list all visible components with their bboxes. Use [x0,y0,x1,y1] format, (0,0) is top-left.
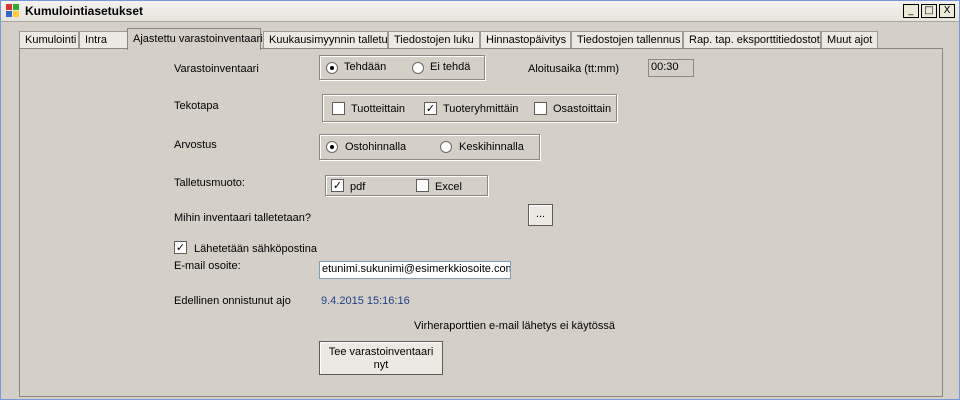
email-checkbox-label: Lähetetään sähköpostina [194,243,317,255]
osastoittain-label: Osastoittain [553,103,612,115]
ostohinnalla-label: Ostohinnalla [345,141,407,153]
tuotteittain-checkbox[interactable] [332,102,345,115]
varasto-group: Tehdään Ei tehdä [319,55,485,80]
run-inventory-button-line2: nyt [373,359,389,371]
email-input[interactable]: etunimi.sukunimi@esimerkkiosoite.com [319,261,511,279]
keskihinnalla-radio[interactable] [440,141,452,153]
tuotteittain-label: Tuotteittain [351,103,406,115]
email-checkbox[interactable]: ✓ [174,241,187,254]
run-inventory-button-line1: Tee varastoinventaari [328,346,434,358]
varasto-no-label: Ei tehdä [430,61,471,73]
tab-intra[interactable]: Intra [79,31,129,49]
last-run-label: Edellinen onnistunut ajo [174,295,291,307]
last-run-value: 9.4.2015 15:16:16 [321,295,410,307]
app-icon [6,4,20,18]
arvostus-group: Ostohinnalla Keskihinnalla [319,134,540,160]
tekotapa-group: Tuotteittain ✓ Tuoteryhmittäin Osastoitt… [322,94,617,122]
tab-muut-ajot[interactable]: Muut ajot [821,31,878,49]
email-label: E-mail osoite: [174,260,241,272]
tekotapa-label: Tekotapa [174,100,219,112]
settings-window: Kumulointiasetukset _ □ X Kumulointi Int… [0,0,960,400]
save-path-label: Mihin inventaari talletetaan? [174,212,311,224]
tab-kuukausimyynnin-talletus[interactable]: Kuukausimyynnin talletus [263,31,393,49]
tab-tiedostojen-luku[interactable]: Tiedostojen luku [388,31,480,49]
keskihinnalla-label: Keskihinnalla [459,141,524,153]
talletusmuoto-label: Talletusmuoto: [174,177,245,189]
start-time-field[interactable]: 00:30 [648,59,694,77]
title-bar: Kumulointiasetukset _ □ X [1,1,959,22]
excel-checkbox[interactable] [416,179,429,192]
varasto-label: Varastoinventaari [174,63,259,75]
varasto-yes-label: Tehdään [344,61,387,73]
tab-tiedostojen-tallennus[interactable]: Tiedostojen tallennus [571,31,683,49]
tab-ajastettu-varastoinventaari[interactable]: Ajastettu varastoinventaari [127,28,263,50]
browse-button[interactable]: ... [528,204,553,226]
error-mail-note: Virheraporttien e-mail lähetys ei käytös… [414,320,615,332]
window-title: Kumulointiasetukset [25,4,144,18]
tuoteryhmittain-checkbox[interactable]: ✓ [424,102,437,115]
maximize-icon[interactable]: □ [921,4,937,18]
arvostus-label: Arvostus [174,139,217,151]
run-inventory-button[interactable]: Tee varastoinventaari nyt [319,341,443,375]
tab-kumulointi[interactable]: Kumulointi [19,31,79,49]
minimize-icon[interactable]: _ [903,4,919,18]
excel-label: Excel [435,181,462,193]
tuoteryhmittain-label: Tuoteryhmittäin [443,103,519,115]
start-time-label: Aloitusaika (tt:mm) [528,63,620,75]
tab-hinnastopaivitys[interactable]: Hinnastopäivitys [480,31,571,49]
osastoittain-checkbox[interactable] [534,102,547,115]
tab-rap-tap-eksporttitiedostot[interactable]: Rap. tap. eksporttitiedostot [683,31,821,49]
pdf-checkbox[interactable]: ✓ [331,179,344,192]
varasto-yes-radio[interactable] [326,62,338,74]
pdf-label: pdf [350,181,366,193]
talletusmuoto-group: ✓ pdf Excel [325,175,488,196]
ostohinnalla-radio[interactable] [326,141,338,153]
tab-panel: Varastoinventaari Tehdään Ei tehdä Aloit… [19,48,943,397]
close-icon[interactable]: X [939,4,955,18]
varasto-no-radio[interactable] [412,62,424,74]
